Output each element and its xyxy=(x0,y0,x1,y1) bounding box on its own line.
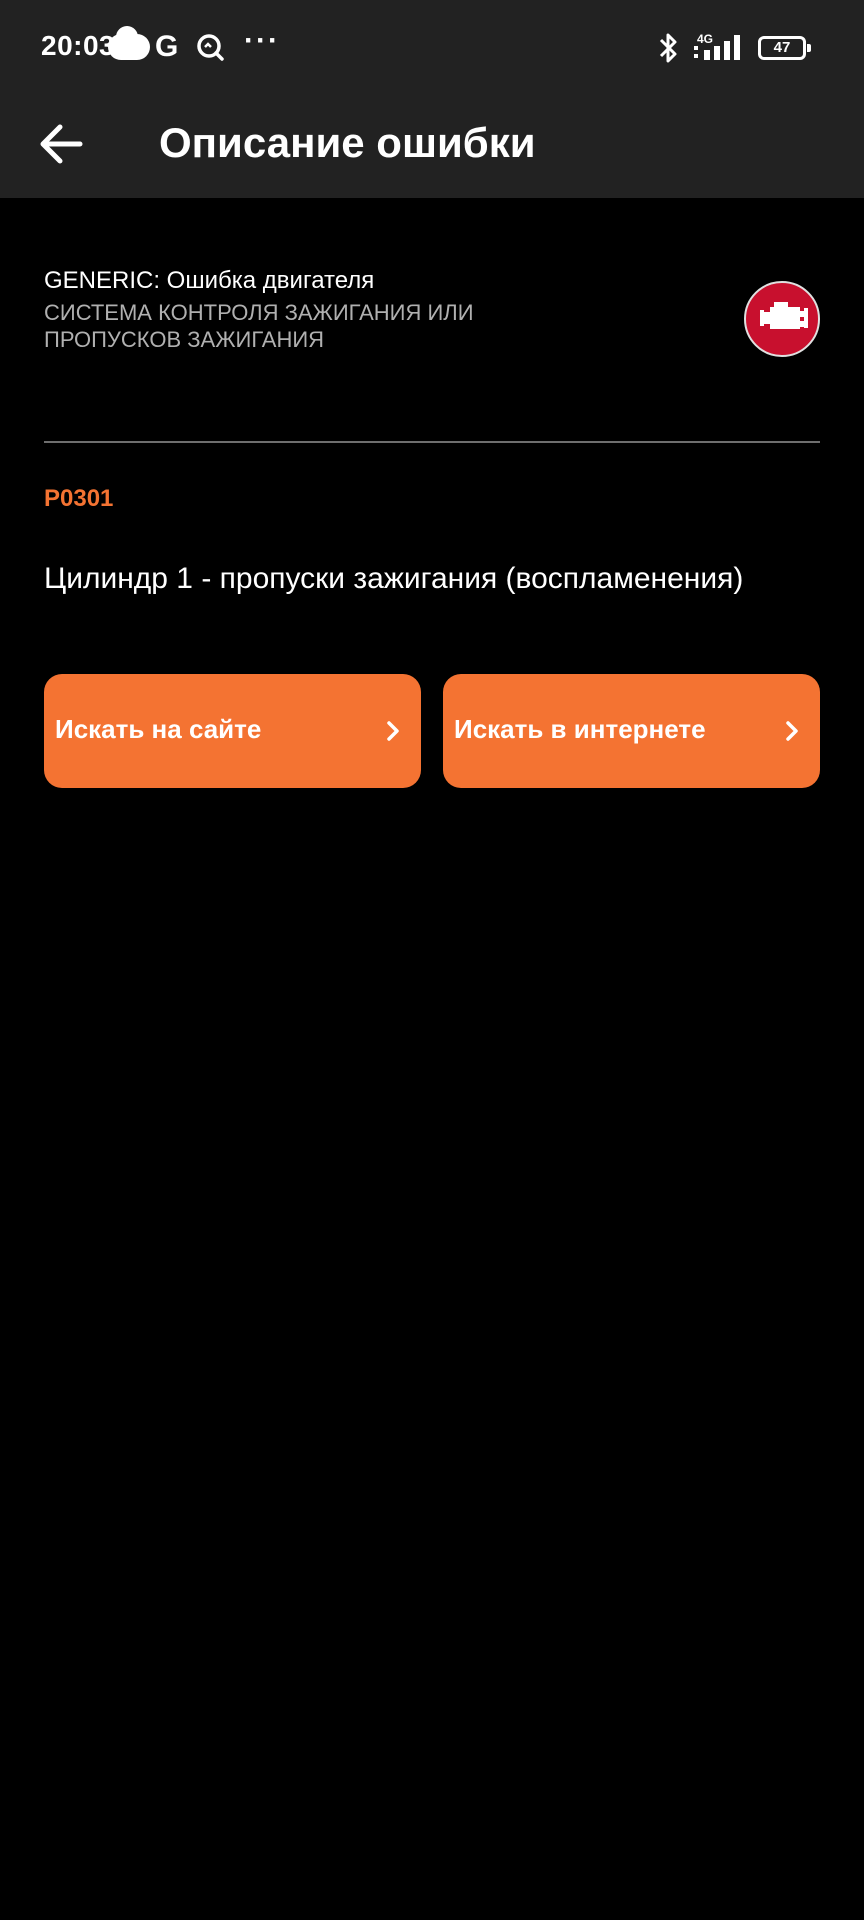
cloud-icon xyxy=(108,26,150,60)
search-web-label: Искать в интернете xyxy=(454,714,706,744)
search-web-button[interactable]: Искать в интернете xyxy=(443,674,820,788)
signal-icon xyxy=(694,35,740,60)
search-status-icon xyxy=(197,34,224,61)
error-system: СИСТЕМА КОНТРОЛЯ ЗАЖИГАНИЯ ИЛИ ПРОПУСКОВ… xyxy=(44,300,474,352)
error-code: P0301 xyxy=(44,485,114,512)
arrow-left-icon[interactable] xyxy=(30,112,94,176)
check-engine-icon xyxy=(744,281,820,357)
app-bar: Описание ошибки xyxy=(0,98,864,198)
divider xyxy=(44,441,820,443)
page-title: Описание ошибки xyxy=(159,119,536,166)
search-site-button[interactable]: Искать на сайте xyxy=(44,674,421,788)
more-icon: ··· xyxy=(244,24,280,57)
error-category: GENERIC: Ошибка двигателя xyxy=(44,267,375,294)
chevron-right-icon xyxy=(387,721,399,741)
status-time: 20:03 xyxy=(41,30,116,61)
battery-level: 47 xyxy=(773,39,791,56)
error-description: Цилиндр 1 - пропуски зажигания (воспламе… xyxy=(44,562,744,595)
google-icon: G xyxy=(155,30,179,63)
chevron-right-icon xyxy=(786,721,798,741)
status-bar: 20:03 G ··· 4G 47 xyxy=(0,0,864,98)
search-site-label: Искать на сайте xyxy=(55,714,262,744)
bluetooth-icon xyxy=(659,33,677,63)
battery-icon: 47 xyxy=(758,36,811,60)
